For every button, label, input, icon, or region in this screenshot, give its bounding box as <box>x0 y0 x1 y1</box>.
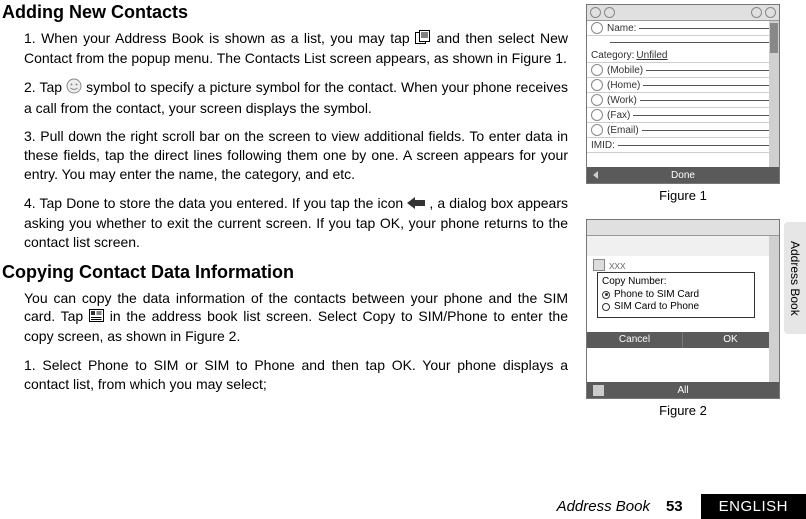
back-arrow-icon <box>407 195 425 214</box>
mobile-label: (Mobile) <box>607 65 643 76</box>
radio-selected-icon <box>602 291 610 299</box>
dialog-button-bar: Cancel OK <box>587 332 779 348</box>
option-phone-to-sim-label: Phone to SIM Card <box>614 289 699 300</box>
contact-item-text: xxx <box>609 260 626 272</box>
page-footer: Address Book 53 ENGLISH <box>0 493 806 519</box>
cancel-button[interactable]: Cancel <box>587 332 683 348</box>
phone1-bottombar: Done <box>587 167 779 183</box>
step-4: 4. Tap Done to store the data you entere… <box>24 194 568 252</box>
work-row[interactable]: (Work) <box>587 93 779 108</box>
ok-button[interactable]: OK <box>683 332 779 348</box>
option-sim-to-phone[interactable]: SIM Card to Phone <box>602 301 750 312</box>
fax-label: (Fax) <box>607 110 630 121</box>
side-tab-label: Address Book <box>788 241 802 316</box>
fax-icon <box>591 109 603 121</box>
menu-card-icon <box>415 30 431 49</box>
heading-adding-contacts: Adding New Contacts <box>2 2 568 23</box>
category-row[interactable]: Category: Unfiled <box>587 48 779 63</box>
phone2-tabbar: All <box>587 382 779 398</box>
tabbar-icon[interactable] <box>593 385 604 396</box>
step-1: 1. When your Address Book is shown as a … <box>24 29 568 68</box>
dialog-title: Copy Number: <box>602 276 750 287</box>
work-label: (Work) <box>607 95 637 106</box>
name-label: Name: <box>607 23 636 34</box>
option-sim-to-phone-label: SIM Card to Phone <box>614 301 699 312</box>
phone1-scrollbar[interactable] <box>769 21 779 167</box>
picture-symbol-icon <box>66 78 82 99</box>
figure-2-phone-mock: xxx Copy Number: Phone to SIM Card SIM C… <box>586 219 780 399</box>
phone2-gray-area <box>587 236 779 256</box>
imid-label: IMID: <box>591 140 615 151</box>
phone2-topbar <box>587 220 779 236</box>
step-4-text-a: 4. Tap Done to store the data you entere… <box>24 195 407 211</box>
category-value: Unfiled <box>636 50 667 61</box>
contact-item-icon <box>593 259 605 271</box>
step-2-text-b: symbol to specify a picture symbol for t… <box>24 79 568 116</box>
imid-row[interactable]: IMID: <box>587 138 779 153</box>
footer-page-number: 53 <box>666 498 683 515</box>
category-label: Category: <box>591 50 634 61</box>
copy-para-1b: in the address book list screen. Select … <box>24 308 568 344</box>
phone2-scrollbar[interactable] <box>769 236 779 382</box>
status-icon <box>590 7 601 18</box>
copy-step-1: 1. Select Phone to SIM or SIM to Phone a… <box>24 356 568 394</box>
mobile-row[interactable]: (Mobile) <box>587 63 779 78</box>
step-2-text-a: 2. Tap <box>24 79 66 95</box>
copy-number-dialog: Copy Number: Phone to SIM Card SIM Card … <box>597 272 755 318</box>
home-label: (Home) <box>607 80 640 91</box>
step-1-text-a: 1. When your Address Book is shown as a … <box>24 30 415 46</box>
name-row-2[interactable] <box>587 36 779 48</box>
footer-language-box: ENGLISH <box>701 494 806 519</box>
step-3: 3. Pull down the right scroll bar on the… <box>24 127 568 184</box>
tab-all[interactable]: All <box>677 385 688 396</box>
figure-2-caption: Figure 2 <box>584 403 782 418</box>
heading-copying-contact-data: Copying Contact Data Information <box>2 262 568 283</box>
fax-row[interactable]: (Fax) <box>587 108 779 123</box>
figure-1-phone-mock: Name: Category: Unfiled (Mobile) (Home) <box>586 4 780 184</box>
home-icon <box>591 79 603 91</box>
address-card-icon <box>89 308 104 327</box>
figure-1-caption: Figure 1 <box>584 188 782 203</box>
status-icon <box>751 7 762 18</box>
back-caret-icon[interactable] <box>593 171 598 179</box>
email-row[interactable]: (Email) <box>587 123 779 138</box>
email-label: (Email) <box>607 125 639 136</box>
step-2: 2. Tap symbol to specify a picture symbo… <box>24 78 568 118</box>
status-icon <box>604 7 615 18</box>
side-tab-address-book: Address Book <box>784 222 806 334</box>
face-icon <box>591 22 603 34</box>
home-row[interactable]: (Home) <box>587 78 779 93</box>
work-icon <box>591 94 603 106</box>
status-icon <box>765 7 776 18</box>
footer-section-label: Address Book <box>557 498 650 515</box>
radio-unselected-icon <box>602 303 610 311</box>
copy-para-1: You can copy the data information of the… <box>24 289 568 347</box>
done-button[interactable]: Done <box>671 170 695 181</box>
email-icon <box>591 124 603 136</box>
name-row[interactable]: Name: <box>587 21 779 36</box>
option-phone-to-sim[interactable]: Phone to SIM Card <box>602 289 750 300</box>
mobile-icon <box>591 64 603 76</box>
phone1-topbar <box>587 5 779 21</box>
